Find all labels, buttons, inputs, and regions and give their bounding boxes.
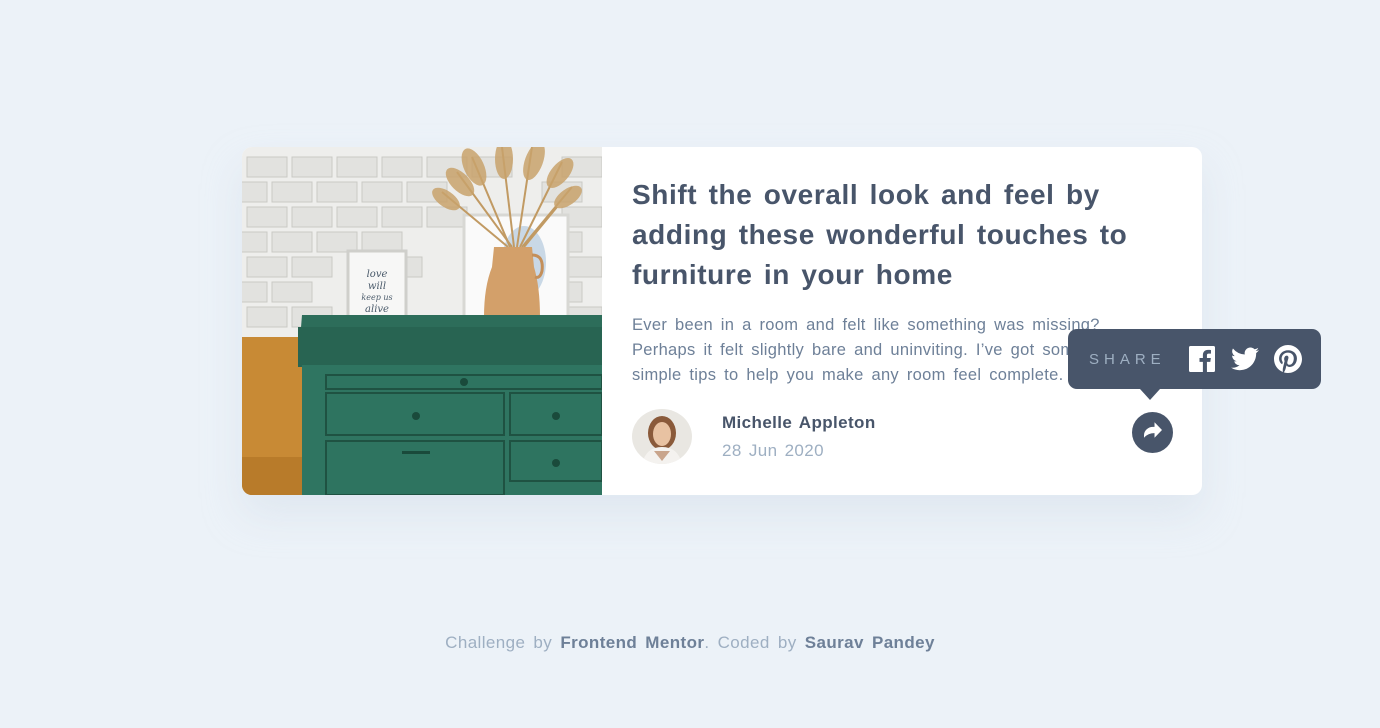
svg-text:love: love [367,269,388,280]
svg-text:will: will [368,281,386,292]
author-info: Michelle Appleton 28 Jun 2020 [722,413,876,461]
author-name: Michelle Appleton [722,412,876,432]
frontend-mentor-link[interactable]: Frontend Mentor [560,633,704,652]
share-button[interactable] [1132,412,1173,453]
article-title: Shift the overall look and feel by addin… [632,179,1128,290]
publish-date: 28 Jun 2020 [722,440,824,460]
footer-middle: . Coded by [704,633,797,652]
share-icon [1143,422,1162,443]
article-preview-card: love will keep us alive Shift the overal… [242,147,1202,495]
attribution-footer: Challenge by Frontend Mentor. Coded by S… [0,633,1380,653]
avatar [632,409,692,464]
footer-prefix: Challenge by [445,633,553,652]
author-block: Michelle Appleton 28 Jun 2020 [632,409,876,464]
article-description: Ever been in a room and felt like someth… [632,316,1100,384]
card-content: Shift the overall look and feel by addin… [602,147,1202,495]
author-link[interactable]: Saurav Pandey [805,633,935,652]
twitter-icon[interactable] [1230,347,1259,371]
share-label: SHARE [1089,350,1166,368]
svg-text:keep us: keep us [361,293,392,302]
facebook-icon[interactable] [1188,346,1216,372]
share-tooltip: SHARE [1068,329,1321,400]
drawers-image: love will keep us alive [242,147,602,495]
svg-text:alive: alive [365,304,389,315]
pinterest-icon[interactable] [1273,345,1302,373]
